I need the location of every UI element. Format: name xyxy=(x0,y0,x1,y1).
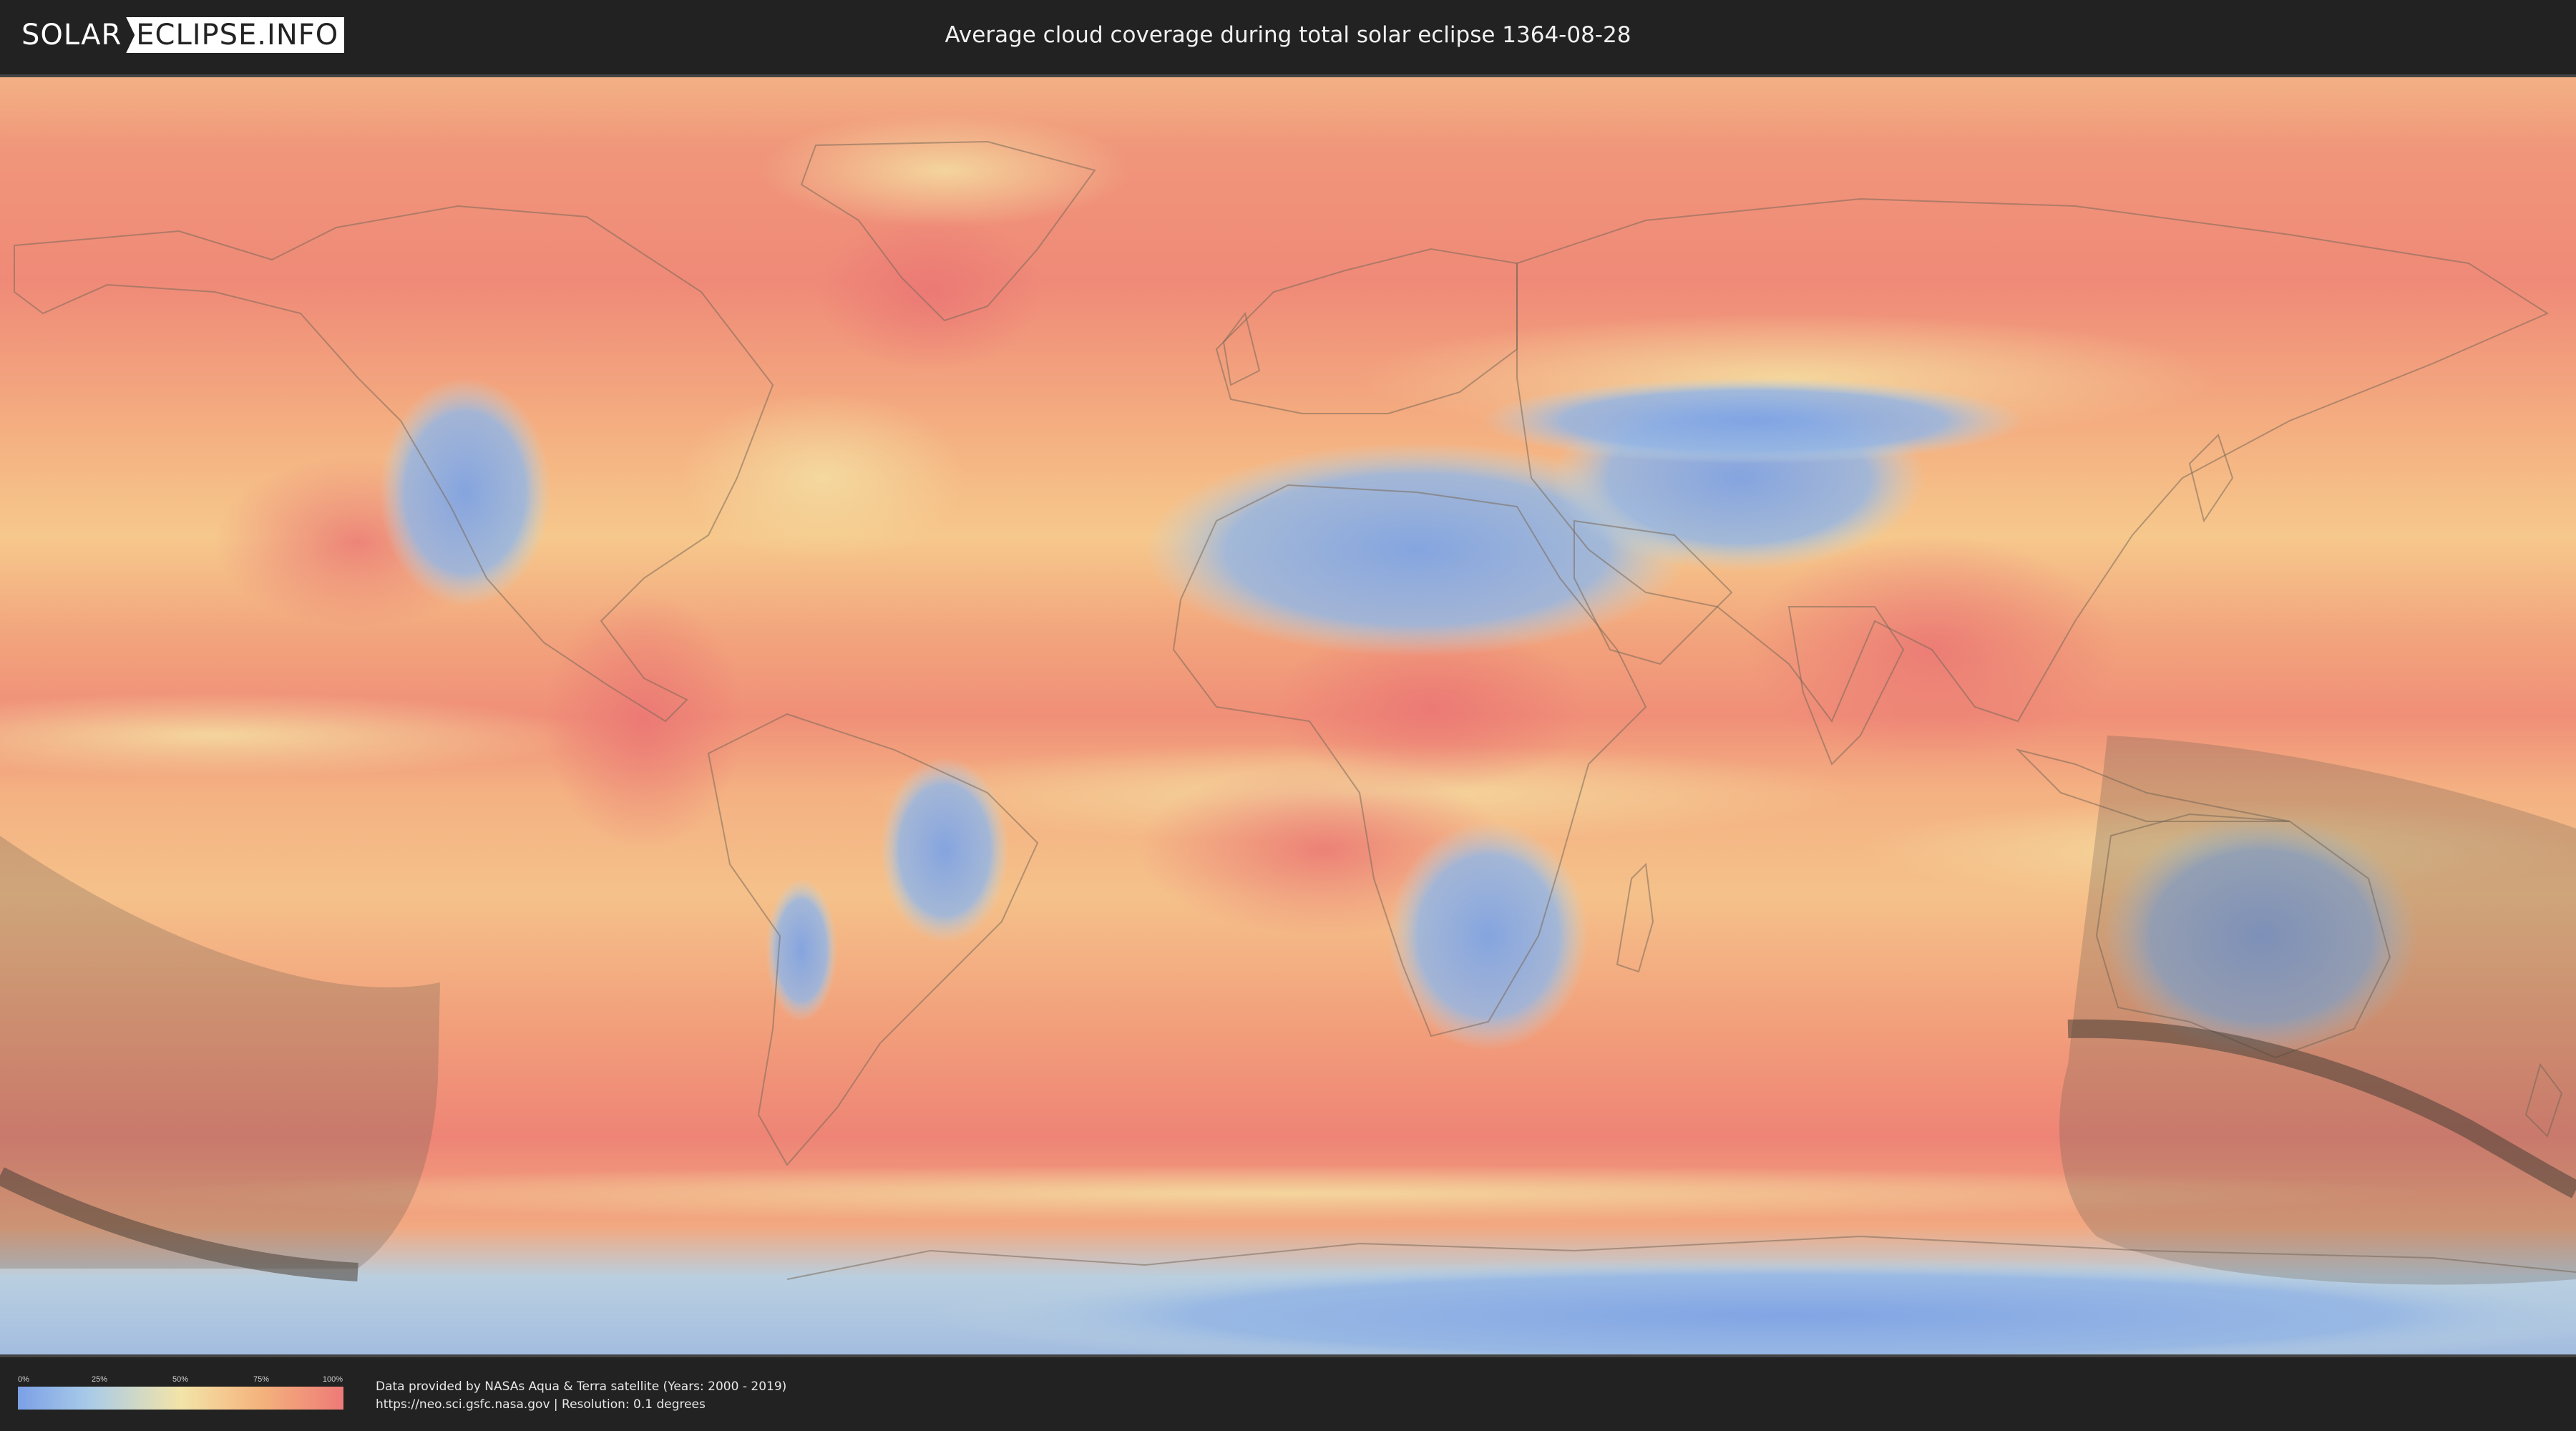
eclipse-penumbra-east xyxy=(2059,736,2576,1285)
legend-tick-75: 75% xyxy=(253,1375,270,1384)
page-title: Average cloud coverage during total sola… xyxy=(945,22,1631,48)
data-credits: Data provided by NASAs Aqua & Terra sate… xyxy=(376,1378,786,1414)
legend-color-scale xyxy=(18,1387,343,1410)
legend-tick-50: 50% xyxy=(172,1375,189,1384)
cloud-coverage-legend: 0% 25% 50% 75% 100% xyxy=(18,1375,343,1410)
credits-url-line[interactable]: https://neo.sci.gsfc.nasa.gov | Resoluti… xyxy=(376,1396,786,1414)
top-bar: SOLAR ECLIPSE.INFO Average cloud coverag… xyxy=(0,0,2576,72)
legend-tick-25: 25% xyxy=(91,1375,108,1384)
cloud-coverage-map[interactable] xyxy=(0,74,2576,1357)
credits-source-line: Data provided by NASAs Aqua & Terra sate… xyxy=(376,1379,787,1394)
world-map-svg xyxy=(0,77,2576,1354)
legend-ticks: 0% 25% 50% 75% 100% xyxy=(18,1375,343,1387)
legend-tick-0: 0% xyxy=(18,1375,29,1384)
legend-tick-100: 100% xyxy=(322,1375,343,1384)
